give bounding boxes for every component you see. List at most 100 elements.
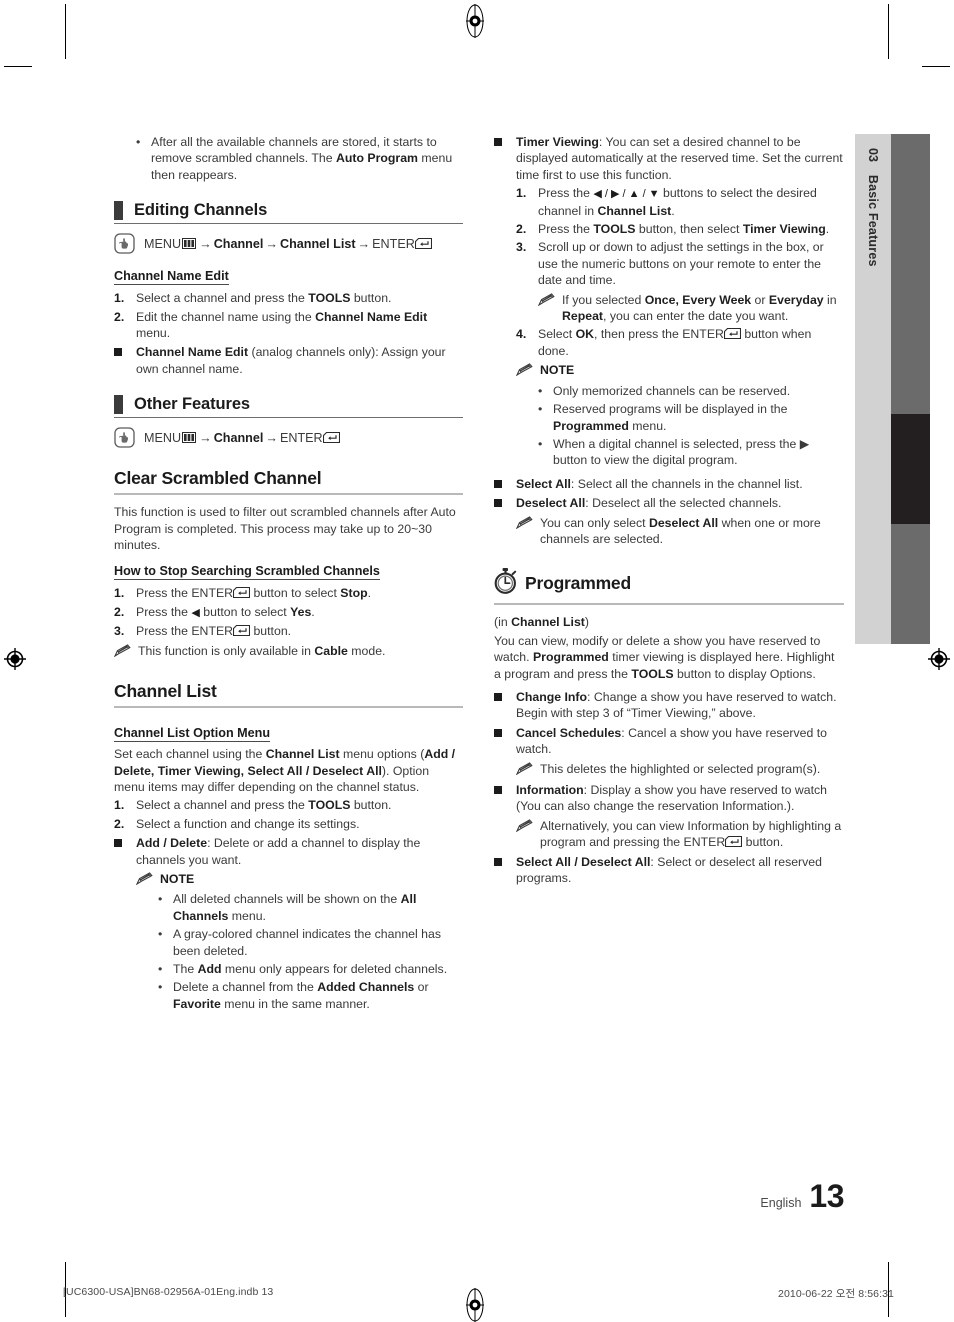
text-bold: Add [197,961,222,976]
text: menu only appears for deleted channels. [221,961,448,976]
text: button to select [250,586,341,601]
text-bold: Cable [314,643,348,658]
text: Select a function and change its setting… [136,816,360,831]
arrow-separator: → [199,236,212,251]
text: , you can enter the date you want. [603,309,789,324]
page-content: • After all the available channels are s… [113,134,844,1014]
text: : Deselect all the selected channels. [585,496,782,511]
text: , then press the ENTER [594,327,724,342]
right-column: Timer Viewing: You can set a desired cha… [494,134,844,888]
text: A gray-colored channel indicates the cha… [173,927,441,958]
text: mode. [347,643,386,658]
text: When a digital channel is selected, pres… [553,436,810,468]
text-bold: TOOLS [308,291,351,306]
text-bold: Stop [340,586,368,601]
text-bold: Programmed [553,418,629,433]
steps-channel-name-edit: 1. Select a channel and press the TOOLS … [114,290,463,341]
text-bold: Programmed [532,650,609,665]
text: menu. [628,418,667,433]
step-number: 2. [114,816,125,831]
text-bold: Auto Program [336,151,418,166]
text-bold: Select All / Deselect All [516,854,651,869]
bullet-dot-icon: • [538,383,543,398]
note-repeat-date: If you selected Once, Every Week or Ever… [537,292,844,325]
arrow-separator: → [265,236,278,251]
text: button to display Options. [673,666,816,681]
text: button to select [199,604,291,619]
text-bold: Channel List [265,747,340,762]
text: If you selected [562,292,645,307]
note-list: • All deleted channels will be shown on … [158,891,463,1012]
text-bold: Information [516,783,584,797]
steps-stop-searching: 1. Press the ENTER button to select Stop… [114,585,463,639]
enter-key-icon [322,431,340,443]
enter-key-icon [414,237,432,249]
chapter-tab-text: 03 Basic Features [855,134,891,644]
list-item: Deselect All: Deselect all the selected … [494,495,844,511]
text: Edit the channel name using the [136,309,316,324]
list-item: • When a digital channel is selected, pr… [538,436,844,469]
text: Press the ENTER [136,586,234,601]
arrow-separator: → [357,236,371,251]
heading-rule [114,223,463,225]
crop-mark-top-left-v [65,4,66,59]
subheading-channel-name-edit: Channel Name Edit [114,269,229,286]
bullet-dot-icon: • [136,135,141,149]
text-bold: Add / Delete [136,836,208,851]
step-number: 1. [114,798,125,813]
square-bullet-icon [494,725,516,758]
menu-grid-icon [182,431,197,443]
text: Scroll up or down to adjust the settings… [538,240,824,288]
hand-press-icon [114,427,135,448]
step-number: 1. [516,186,527,201]
two-column-layout: • After all the available channels are s… [113,134,844,1014]
list-item: • Reserved programs will be displayed in… [538,401,844,434]
menu-label: MENU [144,236,182,251]
note-head-row: NOTE [135,871,463,889]
left-column: • After all the available channels are s… [113,134,463,1014]
step-number: 3. [516,240,527,255]
text: Press the [538,222,594,237]
text-bold: Cancel Schedules [516,725,622,740]
page-number-block: English 13 [760,1178,844,1215]
enter-key-icon [723,327,741,340]
hand-press-icon [114,233,135,254]
bullet-dot-icon: • [158,961,163,976]
square-bullet-icon [494,476,516,492]
steps-channel-list-option: 1. Select a channel and press the TOOLS … [114,797,463,832]
subheading-channel-list-option-menu: Channel List Option Menu [114,726,271,743]
note-heading: NOTE [540,363,575,378]
text: All deleted channels will be shown on th… [173,892,401,907]
list-item: Add / Delete: Delete or add a channel to… [114,835,463,868]
list-item: • After all the available channels are s… [136,134,463,183]
text-bold: Deselect All [516,496,586,511]
text-bold: Added Channels [317,980,415,995]
text: This function is only available in [138,643,315,658]
text: Select [538,327,576,342]
list-item: • All deleted channels will be shown on … [158,891,463,924]
note-list: • Only memorized channels can be reserve… [538,383,844,469]
body-text: (in Channel List) [494,614,844,630]
square-bullet-icon [494,689,516,722]
text: menu in the same manner. [220,996,370,1011]
menu-path-editing-channels: MENU → Channel → Channel List → ENTER [114,233,463,254]
square-bullet-icon [494,782,516,815]
text: Reserved programs will be displayed in t… [553,402,788,417]
section-title-programmed: Programmed [494,568,844,599]
title-rule [114,493,463,496]
text-bold: Deselect All [648,515,719,530]
chapter-tab-dark-band [891,134,930,644]
list-item: 1. Select a channel and press the TOOLS … [114,290,463,306]
body-text: Set each channel using the Channel List … [114,746,463,795]
manual-page: 03 Basic Features • After all the availa… [0,0,954,1322]
steps-timer-viewing: 1. Press the ◀ / ▶ / ▲ / ▼ buttons to se… [516,185,844,288]
pencil-note-icon [515,362,540,380]
enter-label: ENTER [279,430,323,445]
pencil-note-icon [515,515,540,548]
title-rule [494,603,844,606]
square-bullet-icon [114,344,136,377]
list-item: 2. Select a function and change its sett… [114,816,463,832]
text: button. [250,624,292,639]
bullet-dot-icon: • [158,892,163,907]
note-cancel-schedules: This deletes the highlighted or selected… [515,761,844,779]
